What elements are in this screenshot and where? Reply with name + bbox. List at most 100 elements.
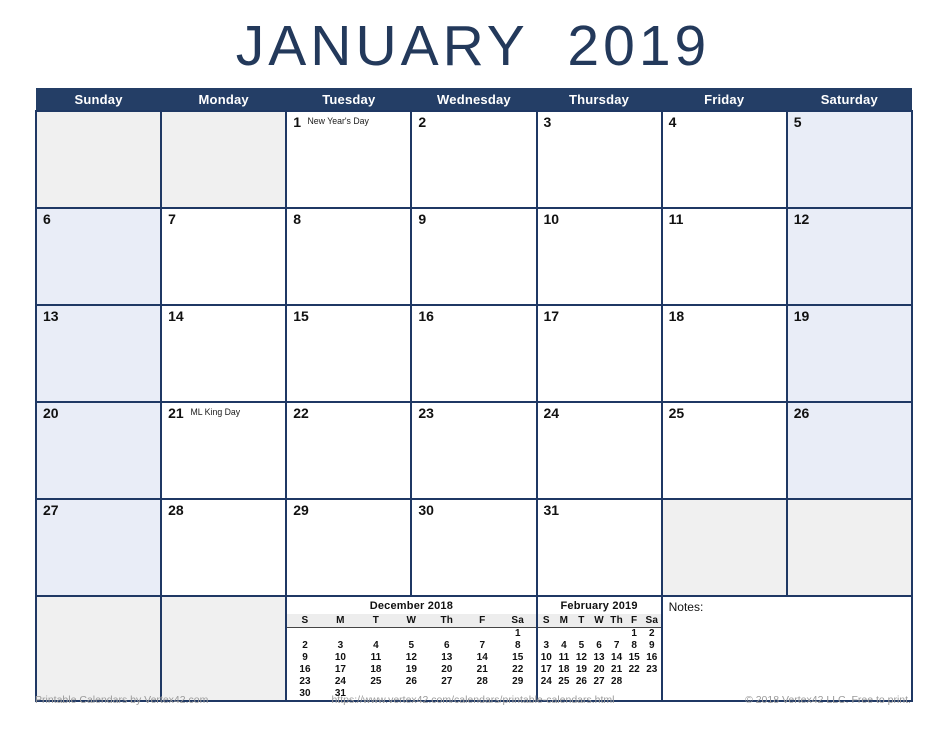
day-number: 28 [168,502,184,518]
day-number: 22 [293,405,309,421]
mini-calendar-day: 22 [628,664,640,675]
day-cell-6[interactable]: 6 [34,207,163,306]
mini-calendar-day: 8 [514,640,521,651]
mini-calendar-day: 14 [476,652,488,663]
mini-calendar-day: 16 [299,664,311,675]
mini-calendar-week-row: 10 11 12 13 14 15 16 [538,652,661,664]
mini-calendar-day-empty [590,628,608,641]
day-number: 13 [43,308,59,324]
day-number: 1 [293,114,302,130]
mini-calendar-day: 16 [646,652,658,663]
day-cell-17[interactable]: 17 [535,304,663,403]
day-cell-empty[interactable] [34,110,163,209]
day-number: 8 [293,211,302,227]
day-cell-empty[interactable] [660,498,788,597]
day-cell-14[interactable]: 14 [160,304,288,403]
day-cell-28[interactable]: 28 [160,498,288,597]
mini-calendar-day: 26 [575,676,587,687]
day-number: 10 [543,211,560,227]
day-cell-10[interactable]: 10 [535,207,663,306]
mini-calendar-day: 17 [334,664,346,675]
mini-calendar-day-empty [643,676,661,688]
mini-calendar-day-empty [608,628,626,641]
day-cell-3[interactable]: 3 [535,110,663,209]
mini-calendar-day: 12 [405,652,417,663]
day-cell-16[interactable]: 16 [410,304,538,403]
mini-calendar-day: 3 [337,640,344,651]
day-cell-13[interactable]: 13 [34,304,163,403]
day-cell-11[interactable]: 11 [660,207,788,306]
mini-calendar-day: 9 [649,640,655,651]
mini-calendar-day: 14 [611,652,623,663]
day-cell-9[interactable]: 9 [410,207,538,306]
mini-calendar-weekday-header: M [555,614,573,628]
day-cell-22[interactable]: 22 [285,401,413,500]
day-cell-25[interactable]: 25 [660,401,788,500]
day-number: 27 [43,502,59,518]
day-cell-30[interactable]: 30 [410,498,538,597]
mini-calendar-week-row: 12 [538,628,661,641]
notes-area[interactable]: Notes: [660,595,913,702]
bottom-cell-blank-1[interactable] [34,595,163,702]
mini-calendar-day: 20 [441,664,453,675]
day-cell-12[interactable]: 12 [785,207,913,306]
day-number: 21 [168,405,184,421]
mini-calendar-day-empty [465,628,500,641]
mini-calendar-day: 23 [299,676,311,687]
day-cell-empty[interactable] [160,110,288,209]
day-event-label: ML King Day [190,407,240,418]
calendar-week-rows: 1 New Year's Day 2 3 4 5 6 7 8 9 10 11 12 13 14 15 16 17 1… [34,110,913,597]
mini-calendar-day: 2 [302,640,308,651]
mini-calendar-weekday-header: S [287,614,323,628]
calendar-week-row: 13 14 15 16 17 18 19 [34,304,913,403]
footer-url[interactable]: https://www.vertex42.com/calendars/print… [324,694,622,706]
mini-calendar-previous: December 2018 S M T W Th F Sa 1 2 3 4 5 6 7 8 9 10 11 12 13… [287,597,536,700]
mini-calendar-day-empty [323,628,358,641]
mini-calendar-day: 3 [543,640,550,651]
footer: Printable Calendars by Vertex42.com http… [35,692,911,708]
day-number: 2 [418,114,427,130]
day-cell-15[interactable]: 15 [285,304,413,403]
mini-calendar-day: 23 [646,664,658,675]
day-number: 26 [793,405,810,421]
day-number: 30 [418,502,434,518]
day-cell-5[interactable]: 5 [785,110,913,209]
day-cell-20[interactable]: 20 [34,401,163,500]
mini-calendar-day-empty [625,676,643,688]
day-number: 29 [293,502,309,518]
mini-calendar-next-grid: S M T W Th F Sa 1 2 3 4 5 6 7 8 9 10 11 12 13 14 15 16 17 18 19 20… [537,614,661,688]
day-event-label: New Year's Day [307,116,369,127]
day-cell-empty[interactable] [785,498,913,597]
mini-calendar-day: 22 [512,664,524,675]
mini-calendar-weekday-header: M [322,614,359,628]
day-cell-18[interactable]: 18 [660,304,788,403]
day-cell-19[interactable]: 19 [785,304,913,403]
mini-calendar-day: 7 [613,640,620,651]
day-cell-24[interactable]: 24 [535,401,663,500]
day-cell-2[interactable]: 2 [410,110,538,209]
day-cell-23[interactable]: 23 [410,401,538,500]
day-number: 4 [668,114,677,130]
day-number: 31 [543,502,560,518]
mini-calendar-day: 19 [405,664,417,675]
calendar-week-row: 6 7 8 9 10 11 12 [34,207,913,306]
day-number: 18 [668,308,685,324]
day-number: 15 [293,308,309,324]
day-number: 3 [543,114,552,130]
day-number: 20 [43,405,59,421]
day-number: 19 [793,308,810,324]
day-cell-27[interactable]: 27 [34,498,163,597]
day-cell-31[interactable]: 31 [535,498,663,597]
day-cell-29[interactable]: 29 [285,498,413,597]
day-cell-7[interactable]: 7 [160,207,288,306]
day-cell-1[interactable]: 1 New Year's Day [285,110,413,209]
weekday-header-row: Sunday Monday Tuesday Wednesday Thursday… [35,88,913,112]
mini-calendar-week-row: 1 [287,628,535,641]
bottom-cell-blank-2[interactable] [160,595,288,702]
day-number: 24 [543,405,560,421]
day-cell-8[interactable]: 8 [285,207,413,306]
day-cell-26[interactable]: 26 [785,401,913,500]
day-cell-4[interactable]: 4 [660,110,788,209]
mini-calendar-week-row: 345678 9 [538,640,661,652]
day-cell-21[interactable]: 21 ML King Day [160,401,288,500]
